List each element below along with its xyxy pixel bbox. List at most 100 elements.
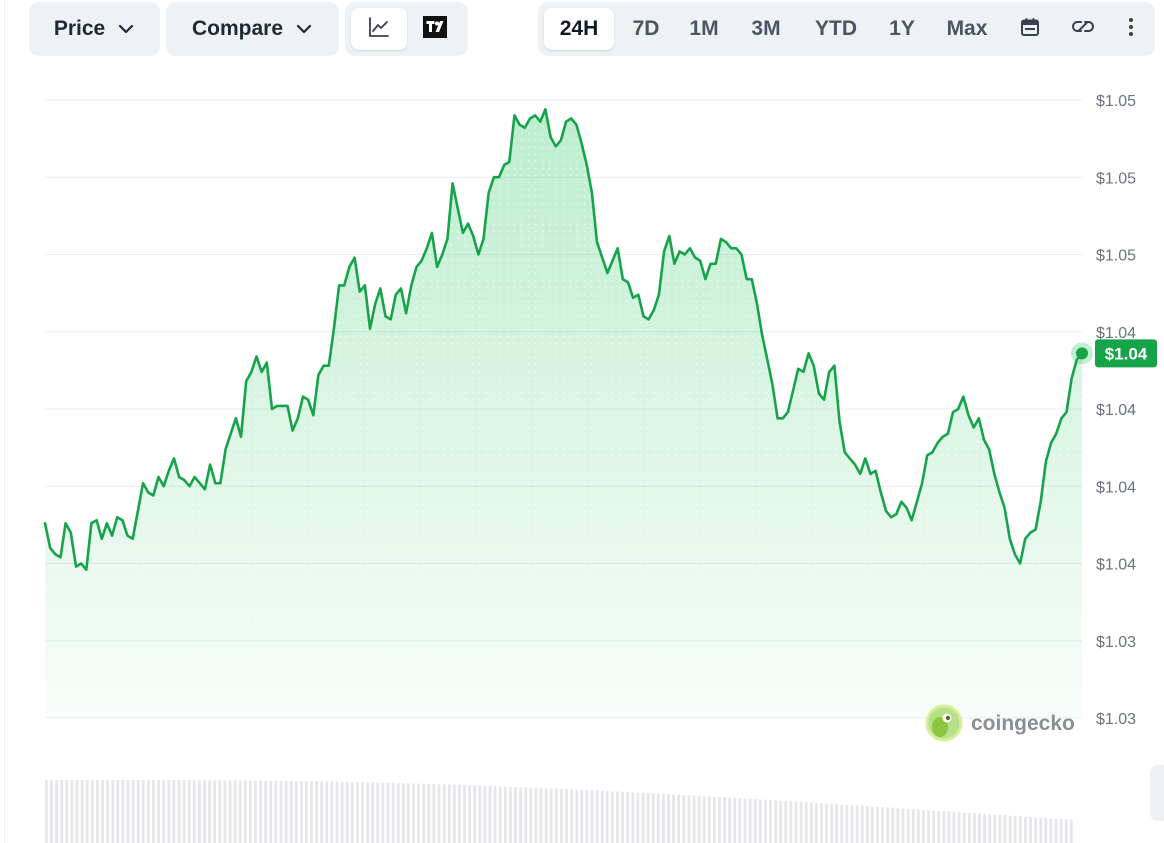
volume-bar (45, 780, 48, 843)
date-range-button[interactable] (1010, 8, 1050, 50)
volume-bar (1034, 817, 1037, 843)
price-chart[interactable]: $1.05 $1.05 $1.05 $1.04 $1.04 $1.04 $1.04 $1.03… (0, 60, 1164, 843)
volume-bar (646, 793, 650, 843)
volume-bar (50, 780, 53, 843)
volume-bar (916, 809, 920, 843)
volume-bar (631, 792, 635, 843)
volume-bar (560, 789, 563, 843)
volume-bar (264, 780, 268, 843)
current-price-label: $1.04 (1105, 344, 1148, 363)
volume-bar (192, 780, 196, 843)
volume-bar (753, 799, 757, 843)
volume-bar (611, 791, 614, 843)
volume-bar (529, 787, 533, 843)
volume-bar (152, 780, 155, 843)
volume-bar (830, 803, 833, 843)
volume-bar (927, 810, 930, 843)
volume-bar (294, 781, 298, 843)
range-3m-button[interactable]: 3M (736, 8, 796, 50)
volume-bar (988, 814, 992, 843)
volume-bar (468, 785, 471, 843)
volume-bar (90, 780, 94, 843)
volume-bar (60, 780, 64, 843)
volume-bar (208, 780, 211, 843)
volume-bar (187, 780, 191, 843)
volume-bar (335, 781, 339, 843)
volume-bar (243, 780, 247, 843)
volume-bar (315, 781, 318, 843)
more-options-button[interactable] (1111, 8, 1151, 50)
last-point-dot (1076, 347, 1088, 360)
range-max-button[interactable]: Max (936, 8, 998, 50)
price-dropdown-button[interactable]: Price (29, 2, 160, 56)
link-icon (1070, 17, 1096, 42)
volume-bar (223, 780, 227, 843)
volume-bar (274, 780, 278, 843)
volume-bar (672, 794, 675, 843)
volume-bar (310, 781, 313, 843)
volume-bar (636, 792, 640, 843)
volume-bar (182, 780, 186, 843)
volume-bar (1069, 819, 1073, 843)
range-ytd-button[interactable]: YTD (804, 8, 868, 50)
volume-bar (600, 790, 604, 843)
range-1y-button[interactable]: 1Y (876, 8, 928, 50)
compare-dropdown-label: Compare (191, 17, 284, 40)
volume-bar (203, 780, 206, 843)
volume-bar (595, 790, 599, 843)
volume-bar (427, 784, 431, 843)
volume-bar (162, 780, 166, 843)
volume-bar (983, 814, 986, 843)
volume-bar (876, 807, 879, 843)
volume-bar (651, 793, 655, 843)
volume-bar (85, 780, 89, 843)
volume-bar (779, 800, 783, 843)
volume-bar (325, 781, 329, 843)
range-1m-button[interactable]: 1M (678, 8, 730, 50)
volume-bar (809, 802, 813, 843)
volume-bar (728, 797, 732, 843)
volume-bar (284, 780, 288, 843)
range-24h-button[interactable]: 24H (544, 8, 614, 50)
volume-bar (259, 780, 262, 843)
volume-bar (641, 792, 645, 843)
tradingview-chart-button[interactable] (407, 8, 463, 50)
volume-bar (167, 780, 171, 843)
share-link-button[interactable] (1063, 8, 1103, 50)
volume-bar (733, 798, 737, 843)
volume-bar (616, 791, 619, 843)
volume-bar (667, 794, 670, 843)
price-dropdown-label: Price (53, 17, 106, 40)
volume-bar (825, 803, 828, 843)
volume-bar (855, 805, 859, 843)
y-tick-label: $1.04 (1096, 402, 1136, 419)
chart-range-scroll-handle[interactable] (1150, 765, 1164, 821)
volume-bar (881, 807, 884, 843)
chevron-down-icon (117, 20, 135, 38)
compare-dropdown-button[interactable]: Compare (166, 2, 339, 56)
volume-bar (718, 797, 721, 843)
range-7d-button[interactable]: 7D (618, 8, 674, 50)
volume-bar (534, 787, 538, 843)
line-chart-view-button[interactable] (351, 8, 407, 50)
volume-bar (498, 786, 502, 843)
volume-bar (575, 789, 579, 843)
y-tick-label: $1.04 (1096, 325, 1136, 342)
volume-bar (1059, 818, 1063, 843)
volume-bar (1003, 815, 1007, 843)
volume-bar (962, 812, 966, 843)
chevron-down-icon (295, 20, 313, 38)
volume-bar (570, 789, 573, 843)
volume-bar (452, 784, 456, 843)
volume-bar (198, 780, 201, 843)
volume-bar (1049, 818, 1053, 843)
volume-bar (697, 796, 701, 843)
volume-bar (871, 806, 874, 843)
more-vertical-icon (1128, 17, 1134, 42)
volume-bar (111, 780, 115, 843)
volume-bar (432, 784, 436, 843)
volume-bar (978, 813, 981, 843)
volume-bar (702, 796, 706, 843)
volume-bar (447, 784, 451, 843)
volume-bar (590, 790, 594, 843)
